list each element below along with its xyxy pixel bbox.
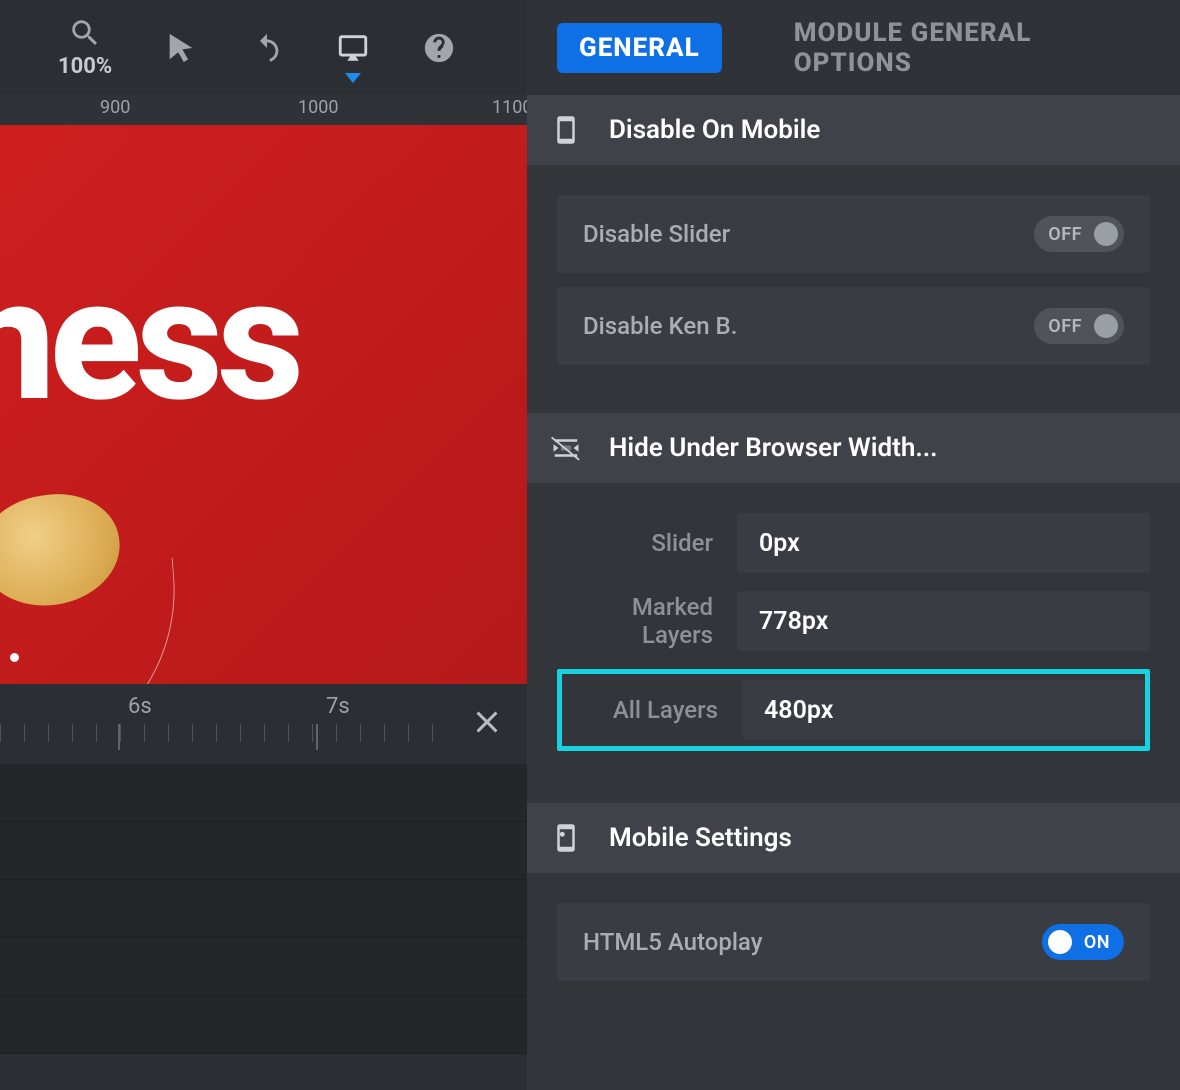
undo-tool[interactable]	[250, 31, 284, 65]
section-header-mobile-settings[interactable]: Mobile Settings	[527, 803, 1180, 873]
timeline-ticks	[0, 724, 437, 742]
option-label: HTML5 Autoplay	[583, 928, 762, 956]
section-title: Hide Under Browser Width...	[609, 433, 938, 463]
close-icon	[469, 704, 505, 740]
canvas-toolbar: 100%	[0, 0, 527, 95]
toggle-value: ON	[1084, 932, 1110, 953]
field-label: Slider	[557, 529, 737, 557]
field-label: All Layers	[562, 696, 742, 724]
slide-canvas[interactable]: ness	[0, 125, 527, 684]
toggle-disable-ken-burns[interactable]: OFF	[1034, 308, 1124, 344]
input-all-layers-width[interactable]: 480px	[742, 680, 1145, 740]
timeline-label: 7s	[326, 694, 350, 719]
section-header-hide-under-width[interactable]: Hide Under Browser Width...	[527, 413, 1180, 483]
timeline-close-button[interactable]	[469, 704, 505, 746]
timeline-tick-major	[316, 724, 318, 750]
tab-general[interactable]: GENERAL	[557, 23, 722, 73]
option-disable-ken-burns: Disable Ken B. OFF	[557, 287, 1150, 365]
ruler-mark: 1100	[492, 97, 527, 118]
ruler-mark: 900	[100, 97, 130, 118]
magnifier-icon	[68, 16, 102, 50]
timeline-row[interactable]	[0, 880, 527, 938]
toggle-knob	[1094, 222, 1118, 246]
mobile-disable-icon	[551, 115, 581, 145]
toggle-html5-autoplay[interactable]: ON	[1042, 924, 1124, 960]
toggle-disable-slider[interactable]: OFF	[1034, 216, 1124, 252]
option-html5-autoplay: HTML5 Autoplay ON	[557, 903, 1150, 981]
section-title: Disable On Mobile	[609, 115, 820, 145]
field-all-layers-width: All Layers 480px	[557, 669, 1150, 751]
toggle-knob	[1048, 930, 1072, 954]
cursor-icon	[164, 31, 198, 65]
canvas-viewport[interactable]: ness	[0, 125, 527, 684]
help-icon	[422, 31, 456, 65]
toggle-value: OFF	[1048, 224, 1082, 245]
help-tool[interactable]	[422, 31, 456, 65]
motion-path-handle[interactable]	[10, 653, 19, 662]
timeline-label: 6s	[128, 694, 152, 719]
section-body-mobile-settings: HTML5 Autoplay ON	[527, 873, 1180, 1029]
field-label: Marked Layers	[557, 593, 737, 649]
desktop-icon	[336, 31, 370, 65]
timeline-row[interactable]	[0, 938, 527, 996]
mobile-settings-icon	[551, 823, 581, 853]
field-slider-width: Slider 0px	[557, 513, 1150, 573]
input-slider-width[interactable]: 0px	[737, 513, 1150, 573]
undo-icon	[250, 31, 284, 65]
input-marked-layers-width[interactable]: 778px	[737, 591, 1150, 651]
option-label: Disable Ken B.	[583, 312, 737, 340]
tab-module-general-options[interactable]: MODULE GENERAL OPTIONS	[772, 8, 1140, 88]
hide-width-icon	[551, 433, 581, 463]
toggle-knob	[1094, 314, 1118, 338]
timeline-tick-major	[118, 724, 120, 750]
device-preview-tool[interactable]	[336, 31, 370, 65]
zoom-level: 100%	[58, 54, 112, 79]
option-label: Disable Slider	[583, 220, 730, 248]
field-marked-layers-width: Marked Layers 778px	[557, 591, 1150, 651]
timeline-ruler[interactable]: 6s 7s	[0, 684, 527, 764]
zoom-tool[interactable]: 100%	[58, 16, 112, 79]
pointer-tool[interactable]	[164, 31, 198, 65]
canvas-ruler: 900 1000 1100	[0, 95, 527, 125]
slide-text-layer[interactable]: ness	[0, 255, 298, 425]
option-disable-slider: Disable Slider OFF	[557, 195, 1150, 273]
section-header-disable-on-mobile[interactable]: Disable On Mobile	[527, 95, 1180, 165]
timeline-row[interactable]	[0, 996, 527, 1054]
timeline-row[interactable]	[0, 822, 527, 880]
toggle-value: OFF	[1048, 316, 1082, 337]
section-body-disable-on-mobile: Disable Slider OFF Disable Ken B. OFF	[527, 165, 1180, 413]
motion-path[interactable]	[0, 558, 187, 684]
timeline-row[interactable]	[0, 764, 527, 822]
panel-tabs: GENERAL MODULE GENERAL OPTIONS	[527, 0, 1180, 95]
timeline-rows	[0, 764, 527, 1054]
section-title: Mobile Settings	[609, 823, 792, 853]
ruler-mark: 1000	[298, 97, 338, 118]
section-body-hide-under-width: Slider 0px Marked Layers 778px All Layer…	[527, 483, 1180, 803]
